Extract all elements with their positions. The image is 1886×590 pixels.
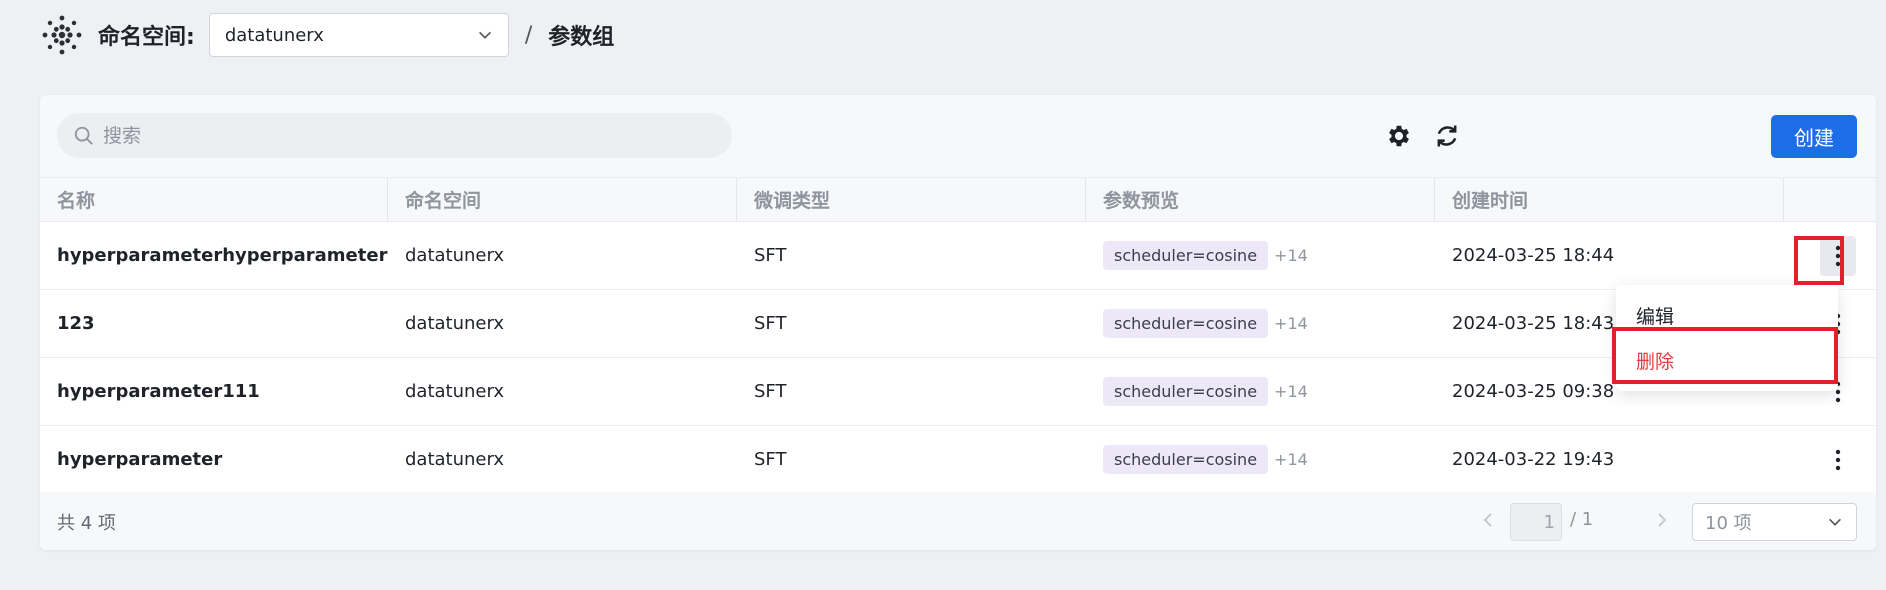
table-header: 名称 命名空间 微调类型 参数预览 创建时间: [40, 177, 1876, 222]
param-tag: scheduler=cosine: [1103, 377, 1269, 406]
row-namespace: datatunerx: [405, 313, 505, 334]
table-row[interactable]: 123 datatunerx SFT scheduler=cosine +14 …: [40, 290, 1876, 358]
search-input[interactable]: [103, 124, 683, 147]
row-type: SFT: [754, 449, 787, 470]
search-box[interactable]: [57, 113, 732, 158]
toolbar: 创建: [40, 95, 1876, 177]
page-size-value: 10 项: [1705, 513, 1752, 534]
menu-item-delete[interactable]: 删除: [1636, 347, 1674, 374]
row-created: 2024-03-25 18:44: [1452, 245, 1615, 266]
search-icon: [74, 126, 93, 145]
logo-icon: [42, 15, 82, 55]
param-tag: scheduler=cosine: [1103, 241, 1269, 270]
row-actions-menu: 编辑 删除: [1616, 285, 1838, 391]
refresh-button[interactable]: [1432, 121, 1462, 151]
chevron-down-icon: [478, 31, 491, 39]
row-name[interactable]: hyperparameter: [40, 426, 388, 493]
chevron-down-icon: [1829, 518, 1841, 526]
row-type: SFT: [754, 313, 787, 334]
row-name[interactable]: hyperparameter111: [40, 358, 388, 425]
column-header-actions: [1784, 178, 1876, 221]
row-actions-button[interactable]: [1820, 235, 1856, 276]
page-total: / 1: [1570, 509, 1594, 530]
page-size-select[interactable]: 10 项: [1692, 503, 1857, 541]
chevron-left-icon[interactable]: [1478, 510, 1498, 530]
column-header-type[interactable]: 微调类型: [737, 178, 1086, 221]
column-header-preview[interactable]: 参数预览: [1086, 178, 1435, 221]
kebab-menu-icon: [1835, 245, 1841, 266]
refresh-icon: [1437, 125, 1457, 147]
row-actions-button[interactable]: [1820, 440, 1856, 480]
table-row[interactable]: hyperparameter datatunerx SFT scheduler=…: [40, 426, 1876, 494]
topbar: 命名空间: datatunerx / 参数组: [40, 12, 614, 58]
row-name[interactable]: hyperparameterhyperparameterh...: [40, 222, 388, 289]
table-footer: 共 4 项 / 1 10 项: [40, 492, 1876, 550]
row-namespace: datatunerx: [405, 449, 505, 470]
settings-button[interactable]: [1384, 121, 1414, 151]
table-row[interactable]: hyperparameterhyperparameterh... datatun…: [40, 222, 1876, 290]
row-namespace: datatunerx: [405, 245, 505, 266]
row-type: SFT: [754, 245, 787, 266]
param-more-count[interactable]: +14: [1274, 314, 1308, 333]
gear-icon: [1389, 125, 1409, 147]
param-tag: scheduler=cosine: [1103, 445, 1269, 474]
row-name[interactable]: 123: [40, 290, 388, 357]
row-preview: scheduler=cosine +14: [1086, 290, 1435, 357]
create-button[interactable]: 创建: [1771, 115, 1857, 158]
row-actions: [1784, 222, 1876, 289]
chevron-right-icon[interactable]: [1652, 510, 1672, 530]
param-tag: scheduler=cosine: [1103, 309, 1269, 338]
page-title: 参数组: [548, 25, 615, 50]
total-count: 共 4 项: [57, 513, 116, 534]
param-more-count[interactable]: +14: [1274, 246, 1308, 265]
main-card: 创建 名称 命名空间 微调类型 参数预览 创建时间 hyperparameter…: [40, 95, 1876, 550]
breadcrumb-separator: /: [524, 22, 533, 48]
namespace-select-value: datatunerx: [224, 24, 324, 46]
row-actions: [1784, 426, 1876, 493]
page-number-input[interactable]: [1510, 503, 1562, 541]
param-more-count[interactable]: +14: [1274, 450, 1308, 469]
row-preview: scheduler=cosine +14: [1086, 426, 1435, 493]
row-preview: scheduler=cosine +14: [1086, 222, 1435, 289]
column-header-name[interactable]: 名称: [40, 178, 388, 221]
column-header-created[interactable]: 创建时间: [1435, 178, 1784, 221]
menu-item-edit[interactable]: 编辑: [1636, 302, 1674, 329]
param-more-count[interactable]: +14: [1274, 382, 1308, 401]
row-type: SFT: [754, 381, 787, 402]
row-namespace: datatunerx: [405, 381, 505, 402]
namespace-label: 命名空间:: [98, 25, 195, 50]
column-header-namespace[interactable]: 命名空间: [388, 178, 737, 221]
kebab-menu-icon: [1835, 449, 1841, 470]
namespace-select[interactable]: datatunerx: [208, 13, 509, 57]
row-created: 2024-03-22 19:43: [1452, 449, 1615, 470]
table-row[interactable]: hyperparameter111 datatunerx SFT schedul…: [40, 358, 1876, 426]
row-preview: scheduler=cosine +14: [1086, 358, 1435, 425]
